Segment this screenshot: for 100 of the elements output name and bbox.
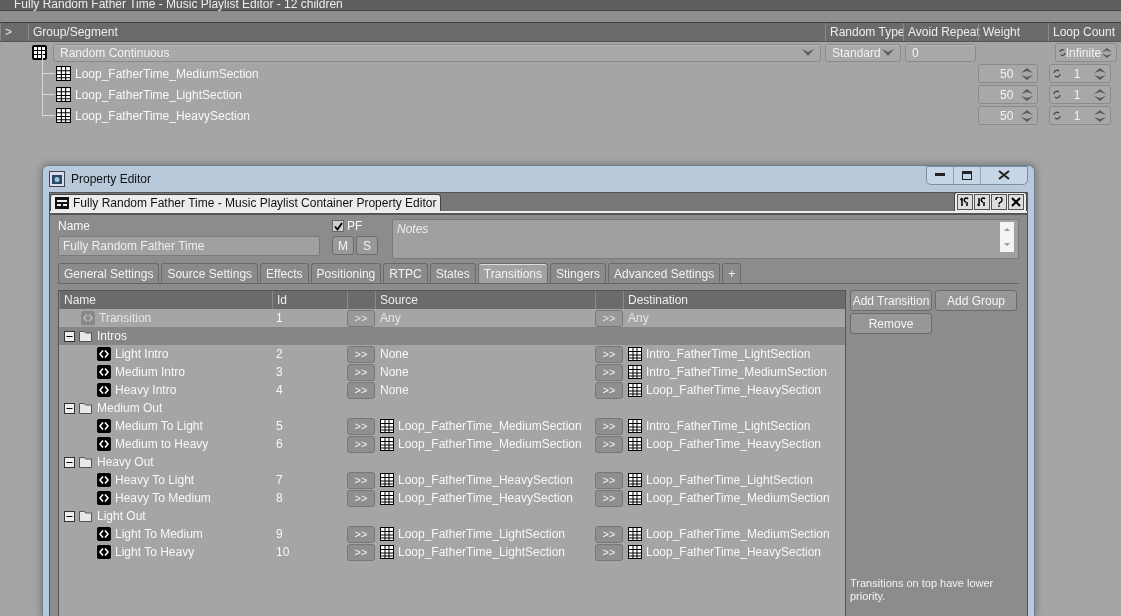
remove-button[interactable]: Remove: [850, 313, 932, 334]
add-transition-button[interactable]: Add Transition: [850, 290, 932, 311]
transition-row[interactable]: Medium to Heavy 6 >> Loop_FatherTime_MediumSection >> Loop_FatherTime_HeavySection: [59, 435, 845, 453]
group-name: Medium Out: [97, 401, 163, 415]
destination-picker-button[interactable]: >>: [595, 525, 623, 543]
spinner-arrows-icon[interactable]: [1020, 86, 1034, 103]
name-field[interactable]: Fully Random Father Time: [58, 236, 320, 256]
segment-name[interactable]: Loop_FatherTime_HeavySection: [75, 108, 250, 123]
column-header[interactable]: Source: [375, 291, 595, 309]
column-header[interactable]: Group/Segment: [28, 23, 825, 41]
column-header[interactable]: Id: [272, 291, 347, 309]
loop-count-spinner[interactable]: Infinite: [1055, 43, 1117, 62]
spinner-arrows-icon[interactable]: [1093, 107, 1107, 124]
segment-name[interactable]: Loop_FatherTime_LightSection: [75, 87, 242, 102]
spinner-arrows-icon[interactable]: [1020, 65, 1034, 82]
scrollbar-icon[interactable]: [1000, 222, 1014, 252]
settings-tab[interactable]: RTPC: [383, 263, 428, 283]
collapse-icon[interactable]: [64, 330, 75, 342]
pf-checkbox[interactable]: [332, 220, 344, 232]
transition-row[interactable]: Medium To Light 5 >> Loop_FatherTime_MediumSection >> Intro_FatherTime_LightSection: [59, 417, 845, 435]
destination-picker-button[interactable]: >>: [595, 345, 623, 363]
transition-id: 1: [276, 311, 283, 325]
add-group-button[interactable]: Add Group: [935, 290, 1017, 311]
weight-spinner[interactable]: 50: [978, 106, 1038, 125]
source-picker-button[interactable]: >>: [347, 363, 375, 381]
avoid-repeat-field[interactable]: 0: [905, 43, 976, 62]
settings-tab[interactable]: Source Settings: [161, 263, 259, 283]
source-picker-button[interactable]: >>: [347, 417, 375, 435]
settings-tab[interactable]: States: [429, 263, 476, 283]
spinner-arrows-icon[interactable]: [1093, 86, 1107, 103]
notes-field[interactable]: Notes: [392, 219, 1019, 259]
destination-picker-button[interactable]: >>: [595, 363, 623, 381]
group-row[interactable]: Light Out: [59, 507, 845, 525]
settings-tab[interactable]: Transitions: [477, 263, 549, 283]
source-picker-button[interactable]: >>: [347, 525, 375, 543]
source-picker-button[interactable]: >>: [347, 471, 375, 489]
loop-count-spinner[interactable]: 1: [1049, 64, 1111, 83]
destination-name: Intro_FatherTime_LightSection: [646, 419, 811, 433]
destination-picker-button[interactable]: >>: [595, 417, 623, 435]
column-header[interactable]: Destination: [623, 291, 845, 309]
settings-tab[interactable]: Advanced Settings: [608, 263, 721, 283]
unpin-icon[interactable]: [974, 194, 990, 210]
segment-icon: [628, 545, 642, 559]
column-header[interactable]: Weight: [978, 23, 1048, 41]
container-type-dropdown[interactable]: Random Continuous: [53, 43, 821, 62]
transition-name: Light Intro: [115, 347, 169, 361]
transition-id: 2: [276, 347, 283, 361]
spinner-arrows-icon[interactable]: [1093, 65, 1107, 82]
random-type-dropdown[interactable]: Standard: [825, 43, 901, 62]
toggle-button[interactable]: M: [332, 236, 354, 255]
loop-count-spinner[interactable]: 1: [1049, 85, 1111, 104]
help-icon[interactable]: [991, 194, 1007, 210]
transition-row[interactable]: Light To Medium 9 >> Loop_FatherTime_LightSection >> Loop_FatherTime_MediumSection: [59, 525, 845, 543]
pin-icon[interactable]: [957, 194, 973, 210]
collapse-icon[interactable]: [64, 456, 75, 468]
transition-row[interactable]: Light To Heavy 10 >> Loop_FatherTime_LightSection >> Loop_FatherTime_HeavySection: [59, 543, 845, 561]
source-picker-button[interactable]: >>: [347, 381, 375, 399]
destination-picker-button[interactable]: >>: [595, 435, 623, 453]
settings-tab[interactable]: Positioning: [310, 263, 382, 283]
document-tab[interactable]: Fully Random Father Time - Music Playlist Container Property Editor: [50, 194, 442, 211]
segment-icon: [380, 545, 394, 559]
transition-row[interactable]: Heavy To Light 7 >> Loop_FatherTime_HeavySection >> Loop_FatherTime_LightSection: [59, 471, 845, 489]
settings-tab[interactable]: Effects: [260, 263, 309, 283]
destination-picker-button[interactable]: >>: [595, 489, 623, 507]
destination-name: Intro_FatherTime_LightSection: [646, 347, 811, 361]
group-row[interactable]: Medium Out: [59, 399, 845, 417]
spinner-arrows-icon[interactable]: [1020, 107, 1034, 124]
transition-row[interactable]: Medium Intro 3 >> None >> Intro_FatherTime_MediumSection: [59, 363, 845, 381]
column-header[interactable]: >: [0, 23, 28, 41]
source-picker-button[interactable]: >>: [347, 435, 375, 453]
group-row[interactable]: Intros: [59, 327, 845, 345]
source-picker-button[interactable]: >>: [347, 543, 375, 561]
source-picker-button[interactable]: >>: [347, 345, 375, 363]
destination-picker-button[interactable]: >>: [595, 471, 623, 489]
segment-name[interactable]: Loop_FatherTime_MediumSection: [75, 66, 259, 81]
playlist-icon: [55, 197, 69, 209]
source-picker-button[interactable]: >>: [347, 489, 375, 507]
transition-name: Medium Intro: [115, 365, 186, 379]
collapse-icon[interactable]: [64, 510, 75, 522]
group-row[interactable]: Heavy Out: [59, 453, 845, 471]
column-header[interactable]: Avoid Repeat: [903, 23, 978, 41]
transition-row[interactable]: Heavy Intro 4 >> None >> Loop_FatherTime_HeavySection: [59, 381, 845, 399]
transition-row[interactable]: Light Intro 2 >> None >> Intro_FatherTime_LightSection: [59, 345, 845, 363]
transition-row[interactable]: Heavy To Medium 8 >> Loop_FatherTime_HeavySection >> Loop_FatherTime_MediumSection: [59, 489, 845, 507]
column-header[interactable]: Loop Count: [1048, 23, 1121, 41]
settings-tab[interactable]: Stingers: [550, 263, 607, 283]
source-name: Loop_FatherTime_HeavySection: [398, 473, 573, 487]
destination-picker-button[interactable]: >>: [595, 381, 623, 399]
toggle-button[interactable]: S: [356, 236, 378, 255]
close-icon[interactable]: [1008, 194, 1024, 210]
settings-tab[interactable]: General Settings: [58, 263, 160, 283]
transition-icon: [81, 311, 95, 325]
column-header[interactable]: Random Type: [825, 23, 903, 41]
weight-spinner[interactable]: 50: [978, 64, 1038, 83]
destination-picker-button[interactable]: >>: [595, 543, 623, 561]
column-header[interactable]: Name: [59, 291, 272, 309]
settings-tab[interactable]: +: [722, 263, 742, 283]
weight-spinner[interactable]: 50: [978, 85, 1038, 104]
loop-count-spinner[interactable]: 1: [1049, 106, 1111, 125]
collapse-icon[interactable]: [64, 402, 75, 414]
